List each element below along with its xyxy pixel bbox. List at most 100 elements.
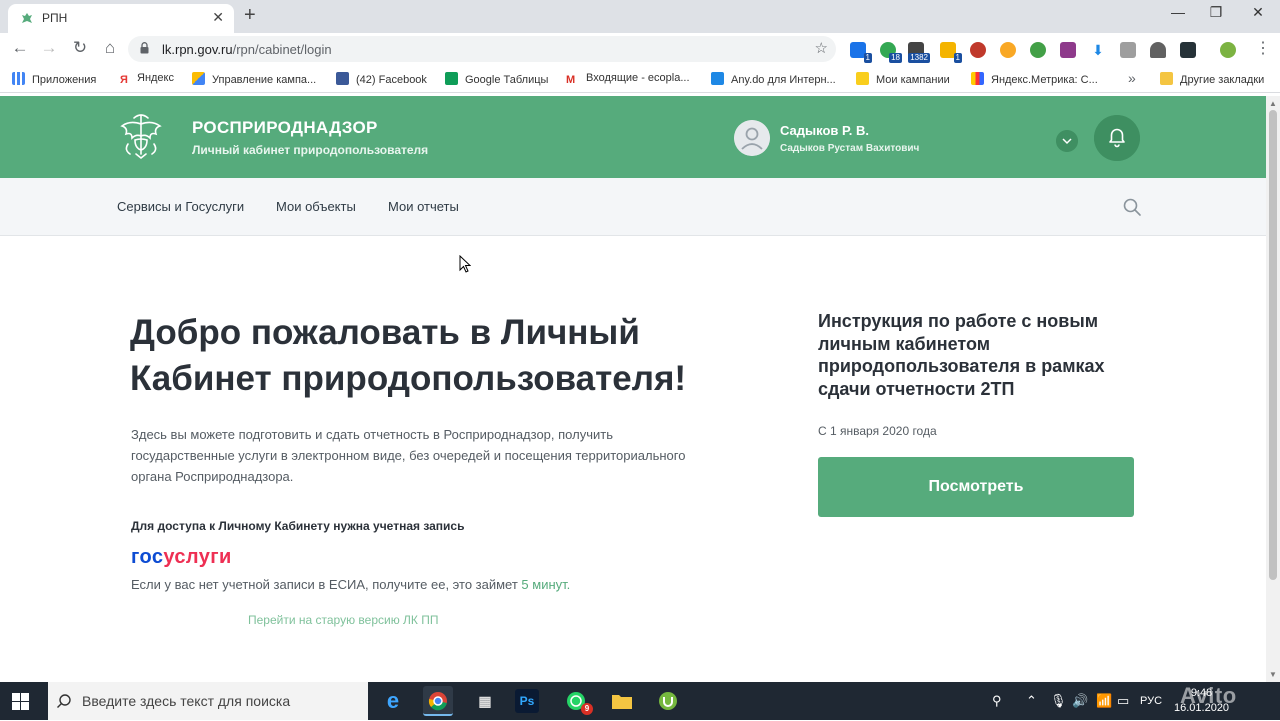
bookmark-star-icon[interactable]: ☆ [815, 39, 828, 57]
home-icon[interactable]: ⌂ [99, 38, 121, 58]
site-header: РОСПРИРОДНАДЗОР Личный кабинет природопо… [0, 96, 1266, 178]
extension-icon[interactable] [1150, 42, 1166, 58]
user-short-name[interactable]: Садыков Р. В. [780, 123, 869, 138]
esia-note: Если у вас нет учетной записи в ЕСИА, по… [131, 577, 571, 592]
apps-grid-icon [12, 72, 25, 85]
intro-text: Здесь вы можете подготовить и сдать отче… [131, 427, 686, 484]
gosuslugi-logo[interactable]: госуслуги [131, 546, 232, 569]
bookmark-campaigns[interactable]: Мои кампании [856, 72, 950, 86]
browser-tabbar: РПН ✕ + — ❐ ✕ [0, 0, 1280, 33]
chevron-down-icon[interactable] [1056, 130, 1078, 152]
extension-icon[interactable] [1030, 42, 1046, 58]
extension-icon[interactable]: 18 [880, 42, 902, 63]
taskbar-search-placeholder: Введите здесь текст для поиска [82, 693, 291, 709]
extension-icon[interactable] [1060, 42, 1076, 58]
bookmark-other[interactable]: Другие закладки [1160, 72, 1264, 86]
bookmark-metrika[interactable]: Яндекс.Метрика: С... [971, 72, 1098, 86]
view-instruction-button[interactable]: Посмотреть [818, 457, 1134, 517]
calculator-icon[interactable]: ▦ [470, 686, 500, 716]
extension-icon[interactable]: 1382 [908, 42, 930, 63]
yandex-icon: Я [120, 74, 128, 86]
search-icon [57, 694, 71, 708]
google-ads-icon [192, 72, 205, 85]
bookmark-facebook[interactable]: (42) Facebook [336, 72, 427, 86]
nav-item-services[interactable]: Сервисы и Госуслуги [117, 199, 244, 214]
bookmarks-overflow-icon[interactable]: » [1128, 70, 1136, 86]
browser-menu-icon[interactable]: ⋮ [1255, 38, 1271, 58]
extension-icon[interactable] [1120, 42, 1136, 58]
old-version-link[interactable]: Перейти на старую версию ЛК ПП [248, 613, 439, 627]
extension-icon[interactable] [1000, 42, 1016, 58]
back-icon[interactable]: ← [9, 38, 31, 58]
avito-watermark: Avito [1180, 683, 1237, 708]
bookmarks-bar: Приложения Я Яндекс Управление кампа... (… [0, 65, 1280, 93]
new-tab-icon[interactable]: + [244, 4, 256, 26]
scroll-down-icon[interactable]: ▼ [1269, 670, 1277, 679]
extension-icon[interactable]: 1 [850, 42, 872, 63]
eagle-emblem-icon[interactable] [116, 110, 166, 162]
url-text: lk.rpn.gov.ru/rpn/cabinet/login [162, 42, 332, 57]
folder-icon [1160, 72, 1173, 85]
battery-icon[interactable]: ▭ [1117, 693, 1129, 709]
search-icon[interactable] [1122, 197, 1142, 217]
nav-item-objects[interactable]: Мои объекты [276, 199, 356, 214]
volume-icon[interactable]: 🔊 [1072, 693, 1088, 709]
browser-toolbar: ← → ↻ ⌂ lk.rpn.gov.ru/rpn/cabinet/login … [0, 33, 1280, 65]
microphone-icon[interactable]: 🎙 [1050, 693, 1067, 709]
bookmark-yandex[interactable]: Я Яндекс [120, 72, 174, 87]
lock-icon [140, 42, 149, 54]
user-avatar-icon[interactable] [734, 120, 770, 156]
restore-icon[interactable]: ❐ [1206, 4, 1226, 21]
people-icon[interactable]: ⚲ [992, 693, 1002, 709]
yandex-direct-icon [856, 72, 869, 85]
window-close-icon[interactable]: ✕ [1248, 4, 1268, 21]
profile-avatar-icon[interactable] [1220, 42, 1236, 58]
browser-tab[interactable]: РПН ✕ [8, 4, 234, 33]
extension-icon[interactable]: 1 [940, 42, 962, 63]
bookmark-apps[interactable]: Приложения [12, 72, 96, 86]
rpn-favicon-icon [22, 13, 32, 23]
bookmark-anydo[interactable]: Any.do для Интерн... [711, 72, 836, 86]
sheets-icon [445, 72, 458, 85]
minimize-icon[interactable]: — [1168, 4, 1188, 20]
bookmark-gmail[interactable]: M Входящие - ecopla... [566, 72, 690, 87]
org-subtitle: Личный кабинет природопользователя [192, 143, 429, 157]
download-icon[interactable]: ⬇ [1090, 42, 1106, 58]
photoshop-icon[interactable]: Ps [515, 689, 539, 713]
whatsapp-badge: 9 [581, 703, 593, 715]
windows-start-icon[interactable] [12, 693, 29, 710]
facebook-icon [336, 72, 349, 85]
file-explorer-icon[interactable] [607, 686, 637, 716]
instruction-title: Инструкция по работе с новым личным каби… [818, 311, 1105, 399]
windows-taskbar: Введите здесь текст для поиска e ▦ Ps 9 … [0, 682, 1280, 720]
bell-icon[interactable] [1094, 115, 1140, 161]
whatsapp-icon[interactable]: 9 [561, 686, 593, 716]
anydo-icon [711, 72, 724, 85]
welcome-title: Добро пожаловать в Личный Кабинет природ… [130, 313, 687, 398]
metrika-icon [971, 72, 984, 85]
language-indicator[interactable]: РУС [1140, 695, 1162, 707]
tray-chevron-icon[interactable]: ⌃ [1026, 693, 1037, 709]
esia-time-link[interactable]: 5 минут. [521, 577, 570, 592]
address-bar[interactable]: lk.rpn.gov.ru/rpn/cabinet/login ☆ [128, 36, 836, 62]
taskbar-search-input[interactable]: Введите здесь текст для поиска [48, 682, 368, 720]
access-note: Для доступа к Личному Кабинету нужна уче… [131, 519, 465, 533]
edge-icon[interactable]: e [378, 686, 408, 716]
forward-icon[interactable]: → [38, 38, 60, 58]
chrome-icon[interactable] [423, 686, 453, 716]
utorrent-icon[interactable] [653, 686, 683, 716]
reload-icon[interactable]: ↻ [69, 38, 91, 58]
tab-close-icon[interactable]: ✕ [212, 9, 224, 26]
extension-icon[interactable] [970, 42, 986, 58]
nav-item-reports[interactable]: Мои отчеты [388, 199, 459, 214]
scroll-thumb[interactable] [1269, 110, 1277, 580]
instruction-date: С 1 января 2020 года [818, 424, 937, 438]
bookmark-google-ads[interactable]: Управление кампа... [192, 72, 316, 86]
main-nav: Сервисы и Госуслуги Мои объекты Мои отче… [0, 178, 1266, 236]
gmail-icon: M [566, 74, 576, 86]
bookmark-google-sheets[interactable]: Google Таблицы [445, 72, 548, 86]
wifi-icon[interactable]: 📶 [1096, 693, 1112, 709]
scroll-up-icon[interactable]: ▲ [1269, 99, 1277, 108]
page-scrollbar[interactable]: ▲ ▼ [1266, 96, 1280, 682]
extension-icon[interactable] [1180, 42, 1196, 58]
